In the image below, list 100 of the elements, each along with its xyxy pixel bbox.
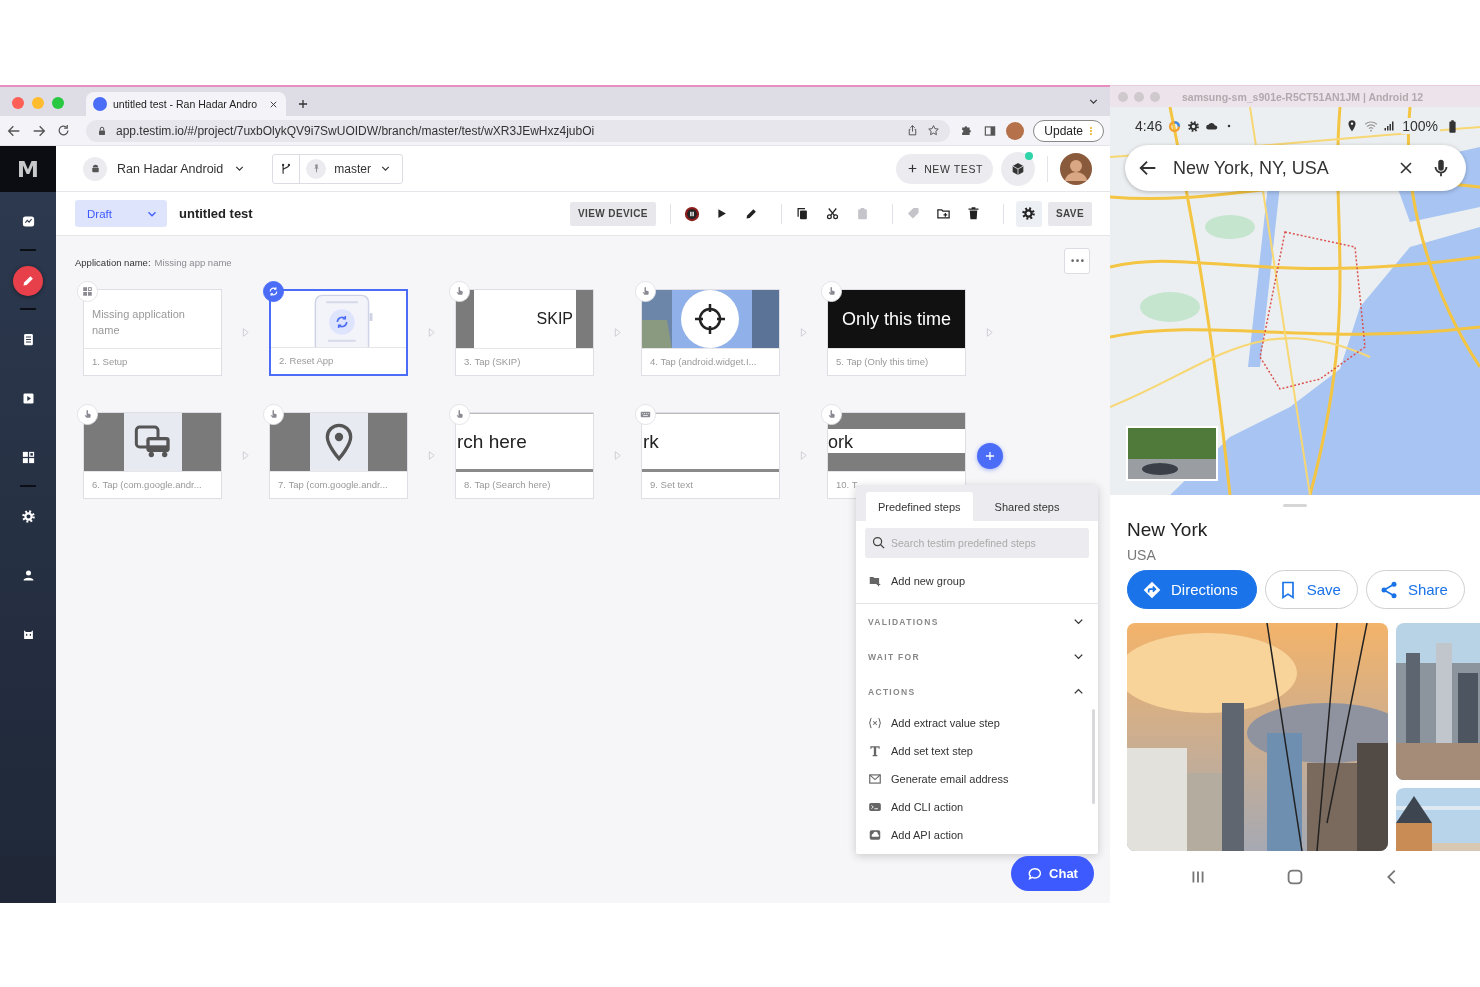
profile-avatar[interactable] <box>1006 121 1025 140</box>
directions-button[interactable]: Directions <box>1127 570 1257 609</box>
reload-icon[interactable] <box>56 123 71 138</box>
panel-tab[interactable]: Predefined steps <box>866 492 973 521</box>
hand-icon <box>635 281 656 302</box>
chat-button[interactable]: Chat <box>1011 856 1094 891</box>
view-device-button[interactable]: VIEW DEVICE <box>569 201 656 226</box>
grid-icon <box>20 450 36 465</box>
step-label: 10. T <box>835 478 859 492</box>
variable-icon <box>868 716 882 730</box>
share-button[interactable]: Share <box>1365 570 1465 609</box>
section-header[interactable]: WAIT FOR <box>856 639 1098 674</box>
lock-icon <box>96 124 108 137</box>
sidebar-icon[interactable] <box>983 123 998 138</box>
search-bar[interactable]: New York, NY, USA <box>1125 145 1466 191</box>
hand-icon <box>821 404 842 425</box>
step-label: 2. Reset App <box>278 354 335 368</box>
more-button[interactable] <box>1064 248 1090 274</box>
cube-button[interactable] <box>1001 151 1035 186</box>
step-option[interactable]: Add API action <box>856 821 1098 849</box>
star-icon[interactable] <box>927 124 941 137</box>
scrollbar[interactable] <box>1092 709 1095 804</box>
hand-icon <box>821 281 842 302</box>
settings-icon <box>1021 206 1037 221</box>
branch-selector[interactable]: master <box>272 153 403 184</box>
panel-tab[interactable]: Shared steps <box>982 492 1072 521</box>
screenshot-text: rch here <box>457 430 527 453</box>
pencil-icon <box>20 273 36 288</box>
new-test-button[interactable]: NEW TEST <box>896 153 993 184</box>
address-bar[interactable]: app.testim.io/#/project/7uxbOlykQV9i7SwUOIDW/branch/master/test/wXR3JEwHxz4jubOi <box>86 119 951 142</box>
new-tab-icon[interactable] <box>296 97 310 111</box>
save-button[interactable]: Save <box>1264 570 1358 609</box>
step-option[interactable]: Add extract value step <box>856 709 1098 737</box>
step-card[interactable]: rch here 8. Tap (Search here) <box>455 412 594 499</box>
update-button[interactable]: Update <box>1033 119 1104 142</box>
hand-icon <box>77 404 98 425</box>
test-name[interactable]: untitled test <box>179 206 253 221</box>
search-field[interactable]: Search testim predefined steps <box>865 528 1089 558</box>
sync-icon <box>263 281 284 302</box>
user-icon <box>20 568 36 583</box>
settings-button[interactable] <box>1015 200 1042 227</box>
notification-dot <box>1025 151 1033 160</box>
cube-icon <box>1010 160 1026 177</box>
chart-icon <box>20 214 36 229</box>
section-header[interactable]: ACTIONS <box>856 674 1098 709</box>
avatar[interactable] <box>1060 152 1092 185</box>
step-option[interactable]: Add set text step <box>856 737 1098 765</box>
hand-icon <box>449 281 470 302</box>
step-label: 6. Tap (com.google.andr... <box>91 478 203 492</box>
preview-text: Missing application name <box>92 307 186 338</box>
trash-icon <box>966 206 982 221</box>
ring-icon <box>1167 118 1183 134</box>
scissors-icon <box>825 206 841 221</box>
project-selector[interactable]: Ran Hadar Android <box>83 156 247 181</box>
step-card[interactable]: rk 9. Set text <box>641 412 780 499</box>
add-step-button[interactable] <box>976 442 1003 469</box>
more-icon <box>1070 259 1084 263</box>
step-card[interactable]: Only this time 5. Tap (Only this time) <box>827 289 966 376</box>
step-label: 9. Set text <box>649 478 694 492</box>
app-name-label: Application name: Missing app name <box>75 256 232 270</box>
status-dropdown[interactable]: Draft <box>75 200 167 227</box>
screenshot-text: ork <box>828 431 853 453</box>
text-icon <box>868 744 882 758</box>
tag-icon <box>906 206 922 221</box>
step-label: 8. Tap (Search here) <box>463 478 552 492</box>
screenshot-text: SKIP <box>536 310 573 328</box>
place-subtitle: USA <box>1127 547 1157 563</box>
grid-icon <box>77 281 98 302</box>
drag-handle[interactable] <box>1283 504 1307 507</box>
window-title: samsung-sm_s901e-R5CT51AN1JM | Android 12 <box>1182 90 1424 103</box>
status-time: 4:46 <box>1135 118 1163 134</box>
step-label: 3. Tap (SKIP) <box>463 355 522 369</box>
step-option[interactable]: Generate email address <box>856 765 1098 793</box>
keyboard-icon <box>635 404 656 425</box>
directions-icon <box>1142 579 1162 600</box>
add-group-button[interactable]: Add new group <box>856 558 1098 604</box>
step-label: 1. Setup <box>91 355 129 369</box>
search-icon <box>871 535 886 550</box>
settings-icon <box>1187 119 1201 133</box>
hand-icon <box>263 404 284 425</box>
mail-icon <box>868 772 882 786</box>
wifi-icon <box>1364 119 1379 133</box>
step-card[interactable]: SKIP 3. Tap (SKIP) <box>455 289 594 376</box>
signal-icon <box>1383 120 1396 132</box>
hand-icon <box>449 404 470 425</box>
battery-level: 100% <box>1400 118 1440 134</box>
chat-icon <box>1027 865 1044 882</box>
browser-tab[interactable]: untitled test - Ran Hadar Andro <box>86 92 286 116</box>
record-icon <box>682 204 701 223</box>
folder-plus-icon <box>936 206 952 221</box>
section-header[interactable]: VALIDATIONS <box>856 604 1098 639</box>
step-label: 5. Tap (Only this time) <box>835 355 930 369</box>
place-title: New York <box>1127 519 1209 541</box>
screenshot-text: Only this time <box>842 308 951 330</box>
sidebar-item[interactable] <box>13 265 43 296</box>
terminal-icon <box>868 800 882 814</box>
save-button[interactable]: SAVE <box>1047 201 1092 226</box>
screenshot-text: rk <box>643 430 659 453</box>
favicon-icon <box>93 97 107 111</box>
settings-icon <box>20 509 36 524</box>
